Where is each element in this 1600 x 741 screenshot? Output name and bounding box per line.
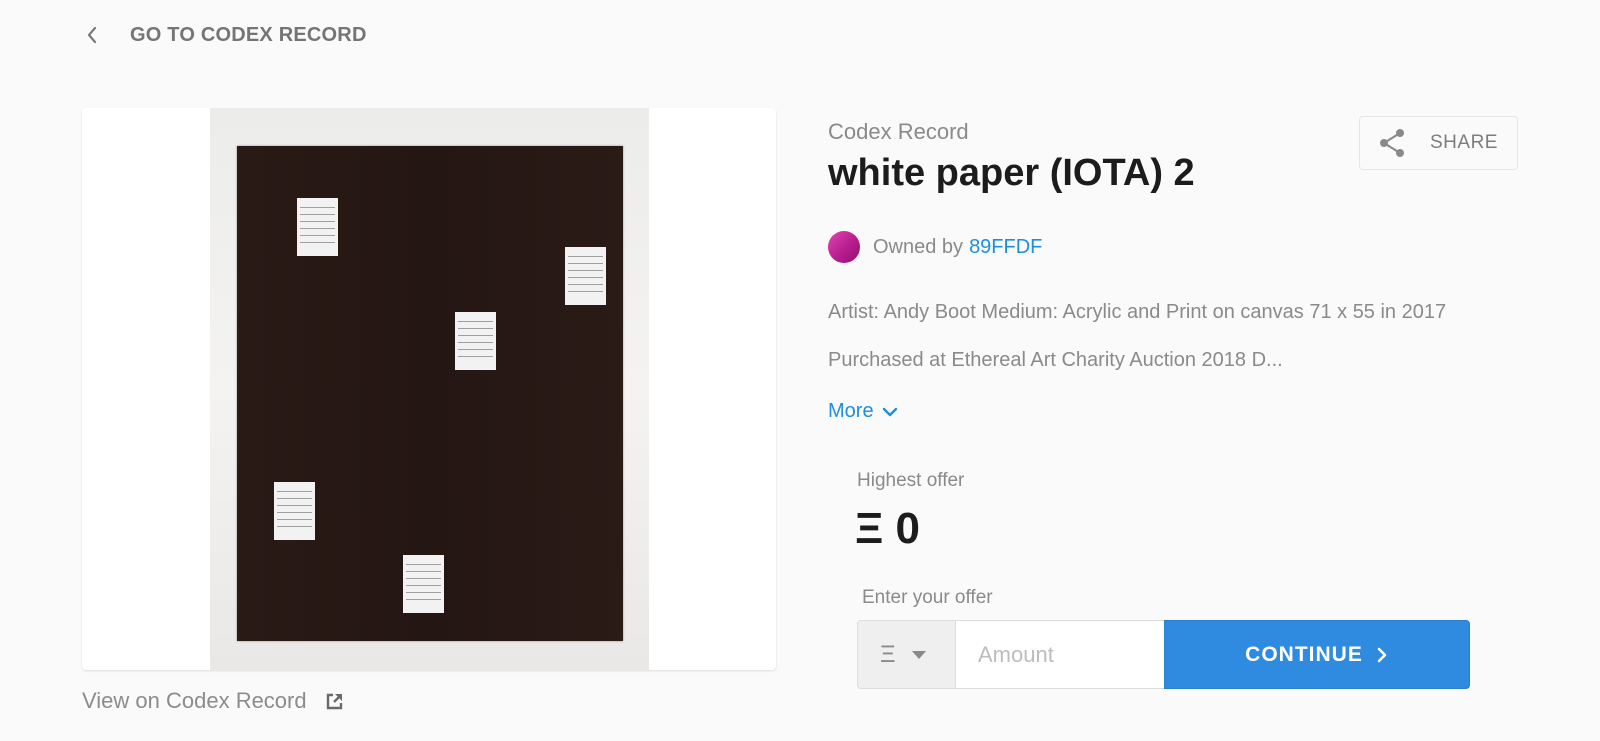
artwork-photo (210, 108, 649, 670)
owner-link[interactable]: 89FFDF (969, 236, 1042, 259)
amount-input[interactable] (955, 620, 1164, 689)
artwork-canvas (237, 146, 623, 641)
share-icon (1378, 128, 1408, 158)
chevron-left-icon (86, 20, 106, 50)
share-button[interactable]: SHARE (1359, 116, 1518, 170)
highest-offer-label: Highest offer (857, 470, 965, 491)
owner-avatar[interactable] (828, 231, 860, 263)
more-toggle[interactable]: More (828, 400, 900, 423)
description-line-1: Artist: Andy Boot Medium: Acrylic and Pr… (828, 301, 1447, 323)
share-label: SHARE (1430, 132, 1498, 153)
view-on-label: View on Codex Record (82, 688, 307, 713)
back-to-codex-record-link[interactable]: GO TO CODEX RECORD (86, 20, 367, 50)
currency-select[interactable]: Ξ (857, 620, 955, 689)
artwork-image (82, 108, 776, 670)
description-line-2: Purchased at Ethereal Art Charity Auctio… (828, 349, 1283, 371)
chevron-right-icon (1377, 646, 1389, 664)
enter-offer-label: Enter your offer (862, 587, 993, 608)
continue-label: CONTINUE (1245, 642, 1363, 666)
chevron-down-icon (882, 403, 900, 421)
more-label: More (828, 400, 874, 422)
view-on-codex-record-link[interactable]: View on Codex Record (82, 688, 347, 714)
owner-row: Owned by 89FFDF (828, 231, 1042, 263)
paper-scrap (565, 247, 606, 305)
highest-offer-value: Ξ 0 (855, 504, 921, 553)
paper-scrap (297, 198, 338, 256)
back-link-label: GO TO CODEX RECORD (130, 23, 367, 46)
record-eyebrow: Codex Record (828, 119, 969, 144)
paper-scrap (455, 312, 496, 370)
currency-symbol: Ξ (880, 640, 896, 668)
paper-scrap (274, 482, 315, 540)
paper-scrap (403, 555, 444, 613)
caret-down-icon (911, 650, 926, 660)
artwork-title: white paper (IOTA) 2 (828, 152, 1195, 194)
offer-form: Ξ CONTINUE (857, 620, 1470, 689)
external-link-icon (325, 690, 347, 712)
owner-prefix: Owned by (873, 235, 964, 258)
continue-button[interactable]: CONTINUE (1164, 620, 1470, 689)
